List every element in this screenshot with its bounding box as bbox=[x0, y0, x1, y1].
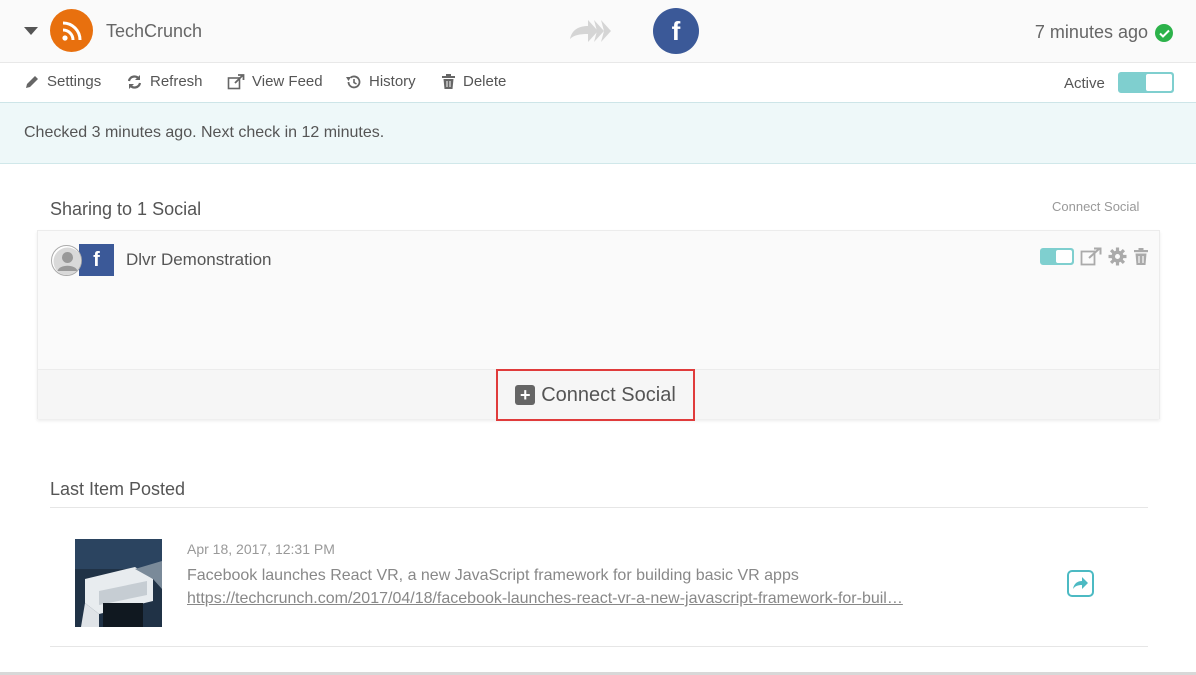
pencil-icon bbox=[26, 75, 38, 88]
post-url-link[interactable]: https://techcrunch.com/2017/04/18/facebo… bbox=[187, 590, 903, 608]
last-item-title: Last Item Posted bbox=[50, 479, 186, 499]
facebook-badge-icon: f bbox=[79, 244, 114, 276]
delete-button[interactable]: Delete bbox=[441, 73, 506, 90]
facebook-icon: f bbox=[653, 8, 699, 54]
sharing-section-title: Sharing to 1 Social bbox=[50, 199, 202, 219]
external-link-icon[interactable] bbox=[1080, 247, 1102, 266]
user-avatar-icon bbox=[51, 245, 82, 276]
feed-name: TechCrunch bbox=[106, 21, 203, 41]
external-link-icon bbox=[227, 73, 245, 89]
check-status-message: Checked 3 minutes ago. Next check in 12 … bbox=[24, 124, 385, 141]
view-feed-button[interactable]: View Feed bbox=[227, 73, 323, 90]
feed-header: TechCrunch f 7 minutes ago bbox=[0, 0, 1196, 63]
refresh-label: Refresh bbox=[150, 73, 203, 90]
account-toggle-knob bbox=[1056, 250, 1072, 263]
last-check-time: 7 minutes ago bbox=[1034, 22, 1148, 42]
status-bar: Checked 3 minutes ago. Next check in 12 … bbox=[0, 103, 1196, 164]
plus-icon: + bbox=[515, 385, 536, 405]
connect-social-label: Connect Social bbox=[541, 383, 676, 406]
divider bbox=[50, 646, 1148, 647]
history-icon bbox=[346, 75, 361, 88]
account-avatar: f bbox=[51, 244, 114, 276]
share-button[interactable] bbox=[1067, 570, 1094, 597]
divider bbox=[50, 507, 1148, 508]
card-footer: + Connect Social bbox=[38, 369, 1159, 421]
settings-label: Settings bbox=[47, 73, 102, 90]
forward-arrows-icon bbox=[568, 17, 612, 50]
active-toggle[interactable] bbox=[1118, 72, 1174, 93]
trash-icon bbox=[442, 73, 455, 89]
post-date: Apr 18, 2017, 12:31 PM bbox=[187, 541, 335, 557]
post-thumbnail bbox=[75, 539, 162, 627]
account-actions bbox=[1040, 247, 1149, 266]
toggle-knob bbox=[1146, 74, 1172, 91]
settings-button[interactable]: Settings bbox=[24, 73, 101, 90]
view-feed-label: View Feed bbox=[252, 73, 323, 90]
rss-feed-icon bbox=[50, 9, 93, 52]
check-icon bbox=[1155, 24, 1173, 42]
post-headline: Facebook launches React VR, a new JavaSc… bbox=[187, 567, 799, 584]
trash-icon[interactable] bbox=[1133, 247, 1149, 266]
connect-social-button[interactable]: + Connect Social bbox=[496, 369, 695, 421]
collapse-caret-icon[interactable] bbox=[24, 27, 38, 35]
refresh-button[interactable]: Refresh bbox=[126, 73, 203, 90]
account-toggle[interactable] bbox=[1040, 248, 1074, 265]
delete-label: Delete bbox=[463, 73, 507, 90]
gear-icon[interactable] bbox=[1108, 247, 1127, 266]
history-button[interactable]: History bbox=[345, 73, 416, 90]
account-name: Dlvr Demonstration bbox=[126, 250, 272, 269]
social-accounts-card: f Dlvr Demonstration + Connect Social bbox=[37, 230, 1160, 421]
history-label: History bbox=[369, 73, 416, 90]
share-arrow-icon bbox=[1073, 577, 1088, 589]
active-label: Active bbox=[1064, 75, 1105, 92]
connect-social-link[interactable]: Connect Social bbox=[1052, 199, 1139, 214]
feed-toolbar: Settings Refresh View Feed History Delet… bbox=[0, 63, 1196, 103]
refresh-icon bbox=[127, 74, 142, 89]
